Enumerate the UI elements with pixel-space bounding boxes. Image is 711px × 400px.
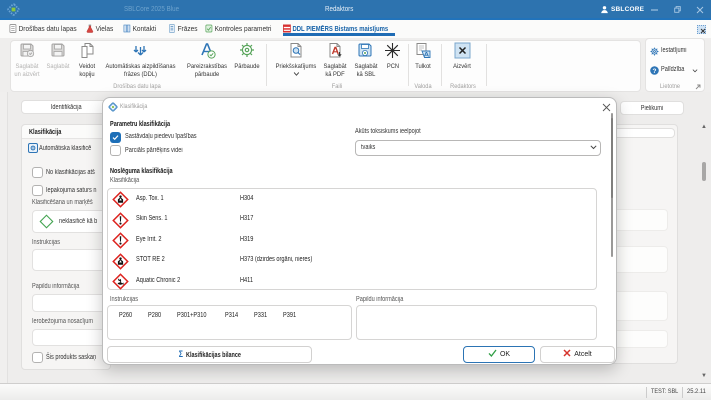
svg-text:?: ? [653, 68, 657, 75]
